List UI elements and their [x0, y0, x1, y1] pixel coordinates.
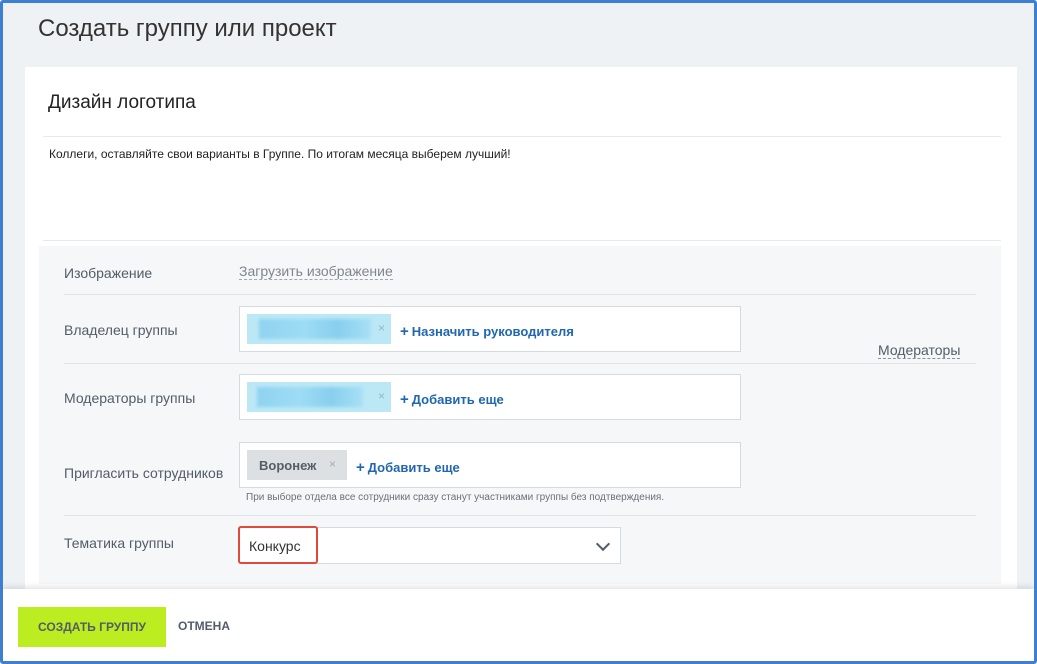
- group-settings-panel: Изображение Загрузить изображение Владел…: [39, 246, 1001, 584]
- remove-department-icon[interactable]: ×: [329, 457, 336, 471]
- row-divider: [64, 515, 976, 516]
- upload-image-link[interactable]: Загрузить изображение: [239, 263, 393, 280]
- theme-label: Тематика группы: [64, 535, 174, 551]
- moderators-link[interactable]: Модераторы: [878, 342, 961, 359]
- footer-bar: СОЗДАТЬ ГРУППУ ОТМЕНА: [3, 589, 1034, 661]
- assign-head-label: Назначить руководителя: [411, 324, 574, 339]
- department-tag: Воронеж ×: [247, 450, 347, 480]
- create-group-window: Создать группу или проект Дизайн логотип…: [0, 0, 1037, 664]
- chevron-down-icon: [595, 536, 611, 552]
- assign-head-link[interactable]: + Назначить руководителя: [400, 323, 574, 340]
- add-moderator-label: Добавить еще: [411, 392, 504, 407]
- invite-selector[interactable]: Воронеж × + Добавить еще: [239, 442, 741, 488]
- owner-user-tag: ×: [247, 314, 391, 344]
- plus-icon: +: [400, 323, 409, 340]
- plus-icon: +: [400, 391, 409, 408]
- moderators-label: Модераторы группы: [64, 390, 196, 406]
- group-name-field[interactable]: Дизайн логотипа: [48, 92, 196, 114]
- owner-user-name-redacted: [259, 319, 371, 339]
- moderators-selector[interactable]: × + Добавить еще: [239, 374, 741, 420]
- add-employee-label: Добавить еще: [367, 460, 460, 475]
- plus-icon: +: [356, 459, 365, 476]
- add-employee-link[interactable]: + Добавить еще: [356, 459, 460, 476]
- theme-select[interactable]: Конкурс: [238, 526, 621, 564]
- divider: [43, 240, 1001, 241]
- group-form-card: Дизайн логотипа Коллеги, оставляйте свои…: [25, 67, 1017, 597]
- image-label: Изображение: [64, 265, 153, 281]
- divider: [43, 136, 1001, 137]
- department-tag-label: Воронеж: [259, 458, 317, 473]
- cancel-button[interactable]: ОТМЕНА: [178, 619, 230, 633]
- add-moderator-link[interactable]: + Добавить еще: [400, 391, 504, 408]
- moderator-user-name-redacted: [257, 387, 363, 407]
- create-group-button[interactable]: СОЗДАТЬ ГРУППУ: [18, 607, 166, 647]
- theme-select-value: Конкурс: [249, 538, 301, 554]
- moderator-user-tag: ×: [247, 382, 391, 412]
- row-divider: [64, 363, 976, 364]
- remove-owner-icon[interactable]: ×: [378, 321, 385, 335]
- row-divider: [64, 294, 976, 295]
- owner-label: Владелец группы: [64, 322, 178, 338]
- group-description-field[interactable]: Коллеги, оставляйте свои варианты в Груп…: [49, 147, 511, 161]
- invite-label: Пригласить сотрудников: [64, 465, 224, 481]
- page-title: Создать группу или проект: [38, 15, 337, 42]
- owner-selector[interactable]: × + Назначить руководителя: [239, 306, 741, 352]
- remove-moderator-icon[interactable]: ×: [378, 389, 385, 403]
- invite-hint: При выборе отдела все сотрудники сразу с…: [246, 492, 665, 503]
